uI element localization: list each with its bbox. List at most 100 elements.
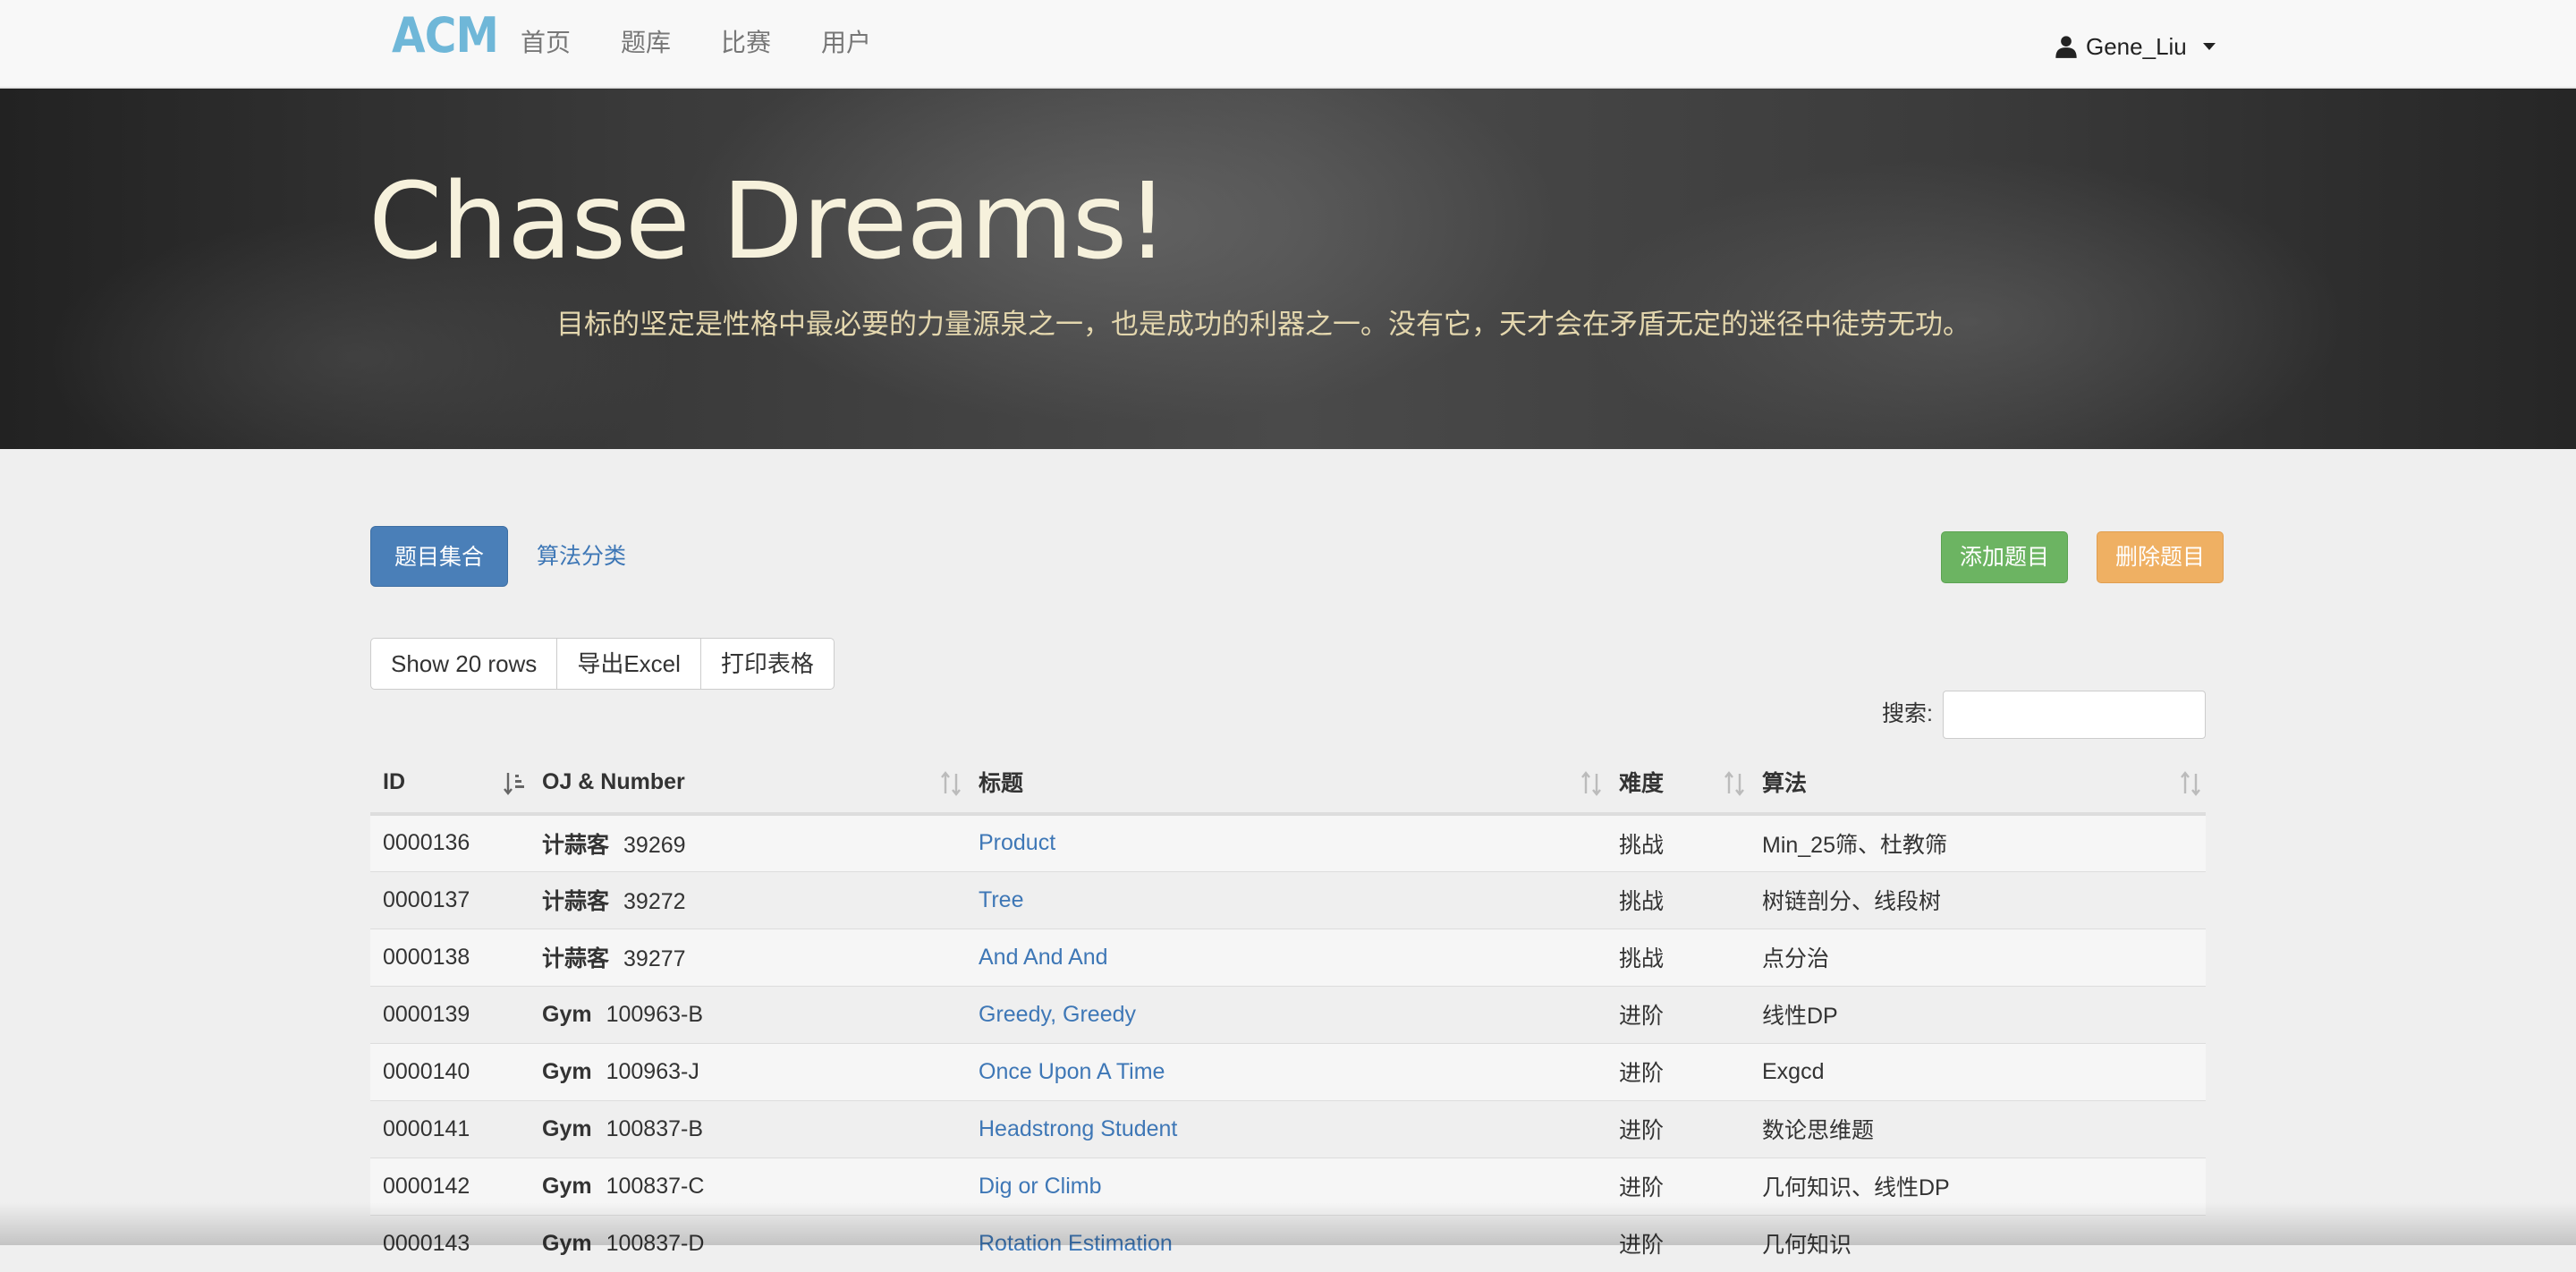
nav-link-contests[interactable]: 比赛 bbox=[721, 25, 771, 61]
table-row: 0000141 Gym 100837-B Headstrong Student 进… bbox=[370, 1099, 2206, 1158]
table-row: 0000140 Gym 100963-J Once Upon A Time 进阶 … bbox=[370, 1042, 2206, 1100]
table-row: 0000139 Gym 100963-B Greedy, Greedy 进阶 线性… bbox=[370, 985, 2206, 1043]
cell-id: 0000140 bbox=[370, 1042, 530, 1100]
cell-oj-number: 计蒜客 39272 bbox=[530, 870, 966, 929]
cell-oj-number: Gym 100837-C bbox=[530, 1157, 966, 1215]
sort-icon bbox=[2181, 771, 2200, 796]
hero-banner: Chase Dreams! 目标的坚定是性格中最必要的力量源泉之一，也是成功的利… bbox=[0, 89, 2576, 449]
sort-ascending-icon bbox=[504, 773, 524, 795]
nav-link-problems[interactable]: 题库 bbox=[621, 25, 671, 61]
oj-problem-number: 100837-C bbox=[606, 1173, 705, 1199]
problem-title-link[interactable]: Greedy, Greedy bbox=[979, 1002, 1136, 1027]
column-header-title[interactable]: 标题 bbox=[966, 751, 1606, 816]
cell-title: Product bbox=[966, 813, 1606, 871]
table-row: 0000136 计蒜客 39269 Product 挑战 Min_25筛、杜教筛 bbox=[370, 813, 2206, 871]
hero-title: Chase Dreams! bbox=[369, 159, 1168, 283]
table-tools-group: Show 20 rows 导出Excel 打印表格 bbox=[370, 638, 835, 690]
user-menu-dropdown[interactable]: Gene_Liu bbox=[2054, 29, 2216, 64]
cell-algorithm: 数论思维题 bbox=[1750, 1099, 2206, 1158]
cell-id: 0000138 bbox=[370, 928, 530, 986]
cell-title: Rotation Estimation bbox=[966, 1214, 1606, 1272]
nav-link-home[interactable]: 首页 bbox=[521, 25, 571, 61]
search-label: 搜索: bbox=[1882, 701, 1933, 726]
column-header-algorithm[interactable]: 算法 bbox=[1750, 751, 2206, 816]
cell-id: 0000137 bbox=[370, 870, 530, 929]
cell-algorithm: Exgcd bbox=[1750, 1042, 2206, 1100]
add-problem-button[interactable]: 添加题目 bbox=[1941, 531, 2069, 583]
problem-title-link[interactable]: Product bbox=[979, 830, 1055, 855]
cell-id: 0000142 bbox=[370, 1157, 530, 1215]
column-header-oj-number[interactable]: OJ & Number bbox=[530, 751, 966, 816]
cell-title: And And And bbox=[966, 928, 1606, 986]
column-header-difficulty[interactable]: 难度 bbox=[1606, 751, 1750, 816]
cell-difficulty: 进阶 bbox=[1606, 1099, 1750, 1158]
oj-problem-number: 100837-D bbox=[606, 1230, 705, 1256]
sort-icon bbox=[1724, 771, 1744, 796]
top-navbar: ACM 首页 题库 比赛 用户 Gene_Liu bbox=[0, 0, 2576, 89]
table-row: 0000142 Gym 100837-C Dig or Climb 进阶 几何知识… bbox=[370, 1157, 2206, 1215]
cell-algorithm: 点分治 bbox=[1750, 928, 2206, 986]
cell-oj-number: Gym 100837-B bbox=[530, 1099, 966, 1158]
sort-icon bbox=[1581, 771, 1601, 796]
tab-algorithm-category[interactable]: 算法分类 bbox=[513, 526, 649, 587]
table-row: 0000137 计蒜客 39272 Tree 挑战 树链剖分、线段树 bbox=[370, 870, 2206, 929]
oj-name: 计蒜客 bbox=[542, 889, 610, 914]
cell-difficulty: 进阶 bbox=[1606, 985, 1750, 1043]
cell-oj-number: 计蒜客 39269 bbox=[530, 813, 966, 871]
cell-algorithm: 线性DP bbox=[1750, 985, 2206, 1043]
oj-name: Gym bbox=[542, 1230, 592, 1256]
oj-problem-number: 100963-B bbox=[606, 1001, 704, 1027]
cell-algorithm: 几何知识、线性DP bbox=[1750, 1157, 2206, 1215]
nav-link-users[interactable]: 用户 bbox=[821, 25, 871, 61]
sort-icon bbox=[941, 771, 961, 796]
cell-oj-number: 计蒜客 39277 bbox=[530, 928, 966, 986]
cell-algorithm: Min_25筛、杜教筛 bbox=[1750, 813, 2206, 871]
cell-oj-number: Gym 100963-J bbox=[530, 1042, 966, 1100]
cell-difficulty: 挑战 bbox=[1606, 928, 1750, 986]
oj-name: Gym bbox=[542, 1058, 592, 1084]
cell-title: Greedy, Greedy bbox=[966, 985, 1606, 1043]
cell-title: Once Upon A Time bbox=[966, 1042, 1606, 1100]
cell-algorithm: 几何知识 bbox=[1750, 1214, 2206, 1272]
cell-id: 0000141 bbox=[370, 1099, 530, 1158]
cell-title: Tree bbox=[966, 870, 1606, 929]
main-nav: 首页 题库 比赛 用户 bbox=[521, 25, 921, 61]
table-row: 0000138 计蒜客 39277 And And And 挑战 点分治 bbox=[370, 928, 2206, 986]
oj-name: Gym bbox=[542, 1001, 592, 1027]
brand-logo[interactable]: ACM bbox=[392, 7, 499, 64]
cell-title: Headstrong Student bbox=[966, 1099, 1606, 1158]
oj-name: 计蒜客 bbox=[542, 946, 610, 971]
cell-id: 0000143 bbox=[370, 1214, 530, 1272]
oj-name: Gym bbox=[542, 1115, 592, 1141]
hero-subtitle: 目标的坚定是性格中最必要的力量源泉之一，也是成功的利器之一。没有它，天才会在矛盾… bbox=[556, 309, 1970, 340]
cell-oj-number: Gym 100963-B bbox=[530, 985, 966, 1043]
cell-difficulty: 挑战 bbox=[1606, 813, 1750, 871]
table-header-row: ID OJ & Number 标题 难度 算法 bbox=[370, 751, 2206, 816]
column-header-id[interactable]: ID bbox=[370, 751, 530, 816]
cell-difficulty: 进阶 bbox=[1606, 1214, 1750, 1272]
chevron-down-icon bbox=[2202, 43, 2216, 50]
delete-problem-button[interactable]: 删除题目 bbox=[2097, 531, 2224, 583]
cell-algorithm: 树链剖分、线段树 bbox=[1750, 870, 2206, 929]
oj-problem-number: 100963-J bbox=[606, 1058, 699, 1084]
problem-title-link[interactable]: And And And bbox=[979, 945, 1108, 970]
tab-problem-set[interactable]: 题目集合 bbox=[370, 526, 509, 587]
username-label: Gene_Liu bbox=[2086, 33, 2187, 60]
print-table-button[interactable]: 打印表格 bbox=[700, 639, 834, 689]
oj-problem-number: 100837-B bbox=[606, 1115, 704, 1141]
cell-title: Dig or Climb bbox=[966, 1157, 1606, 1215]
oj-problem-number: 39272 bbox=[623, 889, 686, 914]
problem-title-link[interactable]: Headstrong Student bbox=[979, 1116, 1177, 1141]
problem-title-link[interactable]: Tree bbox=[979, 887, 1023, 912]
problem-title-link[interactable]: Once Upon A Time bbox=[979, 1059, 1165, 1084]
oj-problem-number: 39269 bbox=[623, 832, 686, 858]
cell-id: 0000139 bbox=[370, 985, 530, 1043]
cell-oj-number: Gym 100837-D bbox=[530, 1214, 966, 1272]
problems-table: ID OJ & Number 标题 难度 算法 0000136 计蒜客 3926… bbox=[370, 751, 2206, 1272]
oj-problem-number: 39277 bbox=[623, 946, 686, 971]
problem-title-link[interactable]: Dig or Climb bbox=[979, 1174, 1102, 1199]
export-excel-button[interactable]: 导出Excel bbox=[557, 639, 701, 689]
show-rows-button[interactable]: Show 20 rows bbox=[371, 639, 558, 689]
problem-title-link[interactable]: Rotation Estimation bbox=[979, 1231, 1173, 1256]
search-input[interactable] bbox=[1943, 691, 2206, 739]
